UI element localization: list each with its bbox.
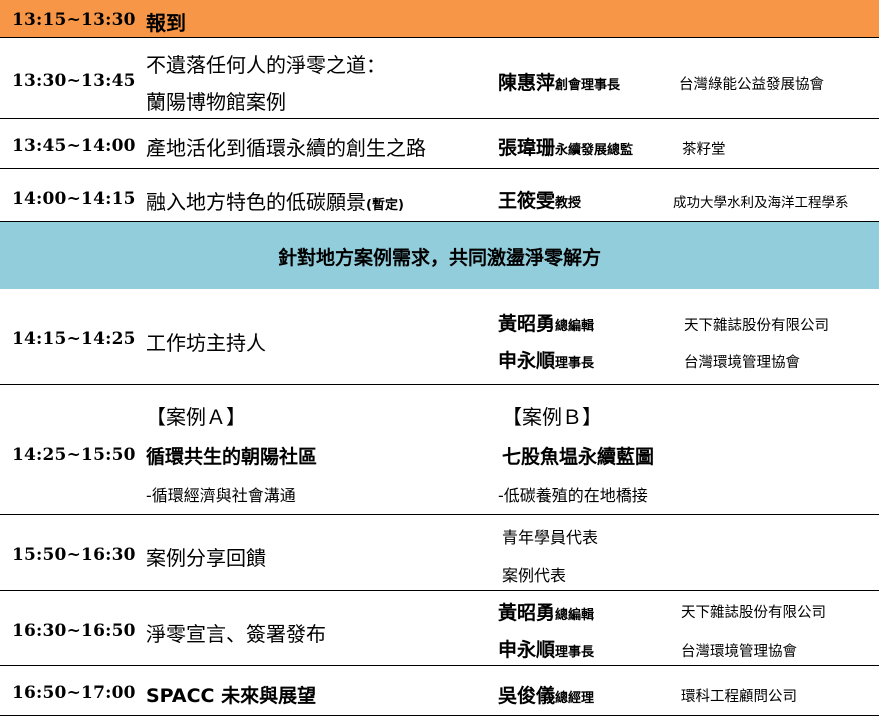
speaker-name: 申永順	[498, 350, 556, 372]
session-title: 工作坊主持人	[146, 331, 266, 355]
time-slot: 14:00~14:15	[12, 189, 136, 209]
speaker-role: 總編輯	[555, 608, 595, 623]
time-slot: 16:50~17:00	[12, 683, 136, 703]
section-title: 針對地方案例需求，共同激盪淨零解方	[277, 247, 601, 269]
session-title-text: 融入地方特色的低碳願景	[146, 190, 366, 214]
case-b-label: 【案例Ｂ】	[502, 405, 602, 429]
time-slot: 16:30~16:50	[12, 621, 136, 641]
speaker-org: 台灣綠能公益發展協會	[679, 77, 824, 93]
agenda-row: 16:50~17:00 SPACC 未來與展望 吳俊儀總經理 環科工程顧問公司	[0, 666, 879, 716]
time-slot: 14:15~14:25	[12, 329, 136, 349]
speaker-role: 教授	[555, 196, 582, 211]
speaker-org: 茶籽堂	[682, 142, 726, 158]
speaker: 王筱雯教授	[498, 186, 581, 213]
speaker-org: 天下雜誌股份有限公司	[681, 605, 826, 621]
agenda-table: 13:15~13:30 報到 13:30~13:45 不遺落任何人的淨零之道： …	[0, 0, 879, 718]
agenda-row: 14:00~14:15 融入地方特色的低碳願景(暫定) 王筱雯教授 成功大學水利…	[0, 169, 879, 221]
speaker: 黃昭勇總編輯	[498, 309, 594, 336]
time-slot: 15:50~16:30	[12, 545, 136, 565]
case-b-subtitle: -低碳養殖的在地橋接	[498, 486, 648, 505]
speaker-org: 台灣環境管理協會	[681, 644, 797, 660]
speaker-role: 創會理事長	[555, 78, 621, 93]
speaker-role: 永續發展總監	[555, 143, 634, 158]
speaker-role: 總經理	[555, 691, 595, 706]
session-title: 案例分享回饋	[146, 546, 266, 570]
speaker: 黃昭勇總編輯	[498, 598, 594, 625]
time-slot: 13:45~14:00	[12, 136, 136, 156]
case-a-title: 循環共生的朝陽社區	[146, 446, 318, 468]
speaker-org: 成功大學水利及海洋工程學系	[673, 195, 849, 211]
section-header: 針對地方案例需求，共同激盪淨零解方	[0, 221, 879, 289]
case-a-subtitle: -循環經濟與社會溝通	[146, 486, 296, 505]
participant-item: 青年學員代表	[502, 528, 599, 547]
case-b-title: 七股魚塭永續藍圖	[502, 446, 655, 468]
agenda-row: 13:30~13:45 不遺落任何人的淨零之道： 蘭陽博物館案例 陳惠萍創會理事…	[0, 38, 879, 119]
speaker: 申永順理事長	[498, 635, 594, 662]
agenda-row-cases: 14:25~15:50 【案例Ａ】 循環共生的朝陽社區 -循環經濟與社會溝通 【…	[0, 385, 879, 515]
agenda-row: 14:15~14:25 工作坊主持人 黃昭勇總編輯 天下雜誌股份有限公司 申永順…	[0, 289, 879, 385]
speaker-name: 申永順	[498, 639, 556, 661]
speaker-name: 黃昭勇	[498, 313, 556, 335]
speaker-org: 環科工程顧問公司	[681, 689, 797, 705]
participant-item: 案例代表	[502, 566, 567, 585]
time-slot: 13:15~13:30	[12, 10, 136, 30]
session-title: SPACC 未來與展望	[146, 685, 317, 707]
agenda-row-checkin: 13:15~13:30 報到	[0, 0, 879, 38]
agenda-row: 15:50~16:30 案例分享回饋 青年學員代表 案例代表	[0, 515, 879, 591]
speaker-role: 總編輯	[555, 319, 595, 334]
speaker-org: 天下雜誌股份有限公司	[684, 318, 829, 334]
session-title-note: (暫定)	[366, 198, 404, 213]
speaker-role: 理事長	[555, 356, 595, 371]
speaker: 張瑋珊永續發展總監	[498, 133, 633, 160]
session-title: 融入地方特色的低碳願景(暫定)	[146, 186, 404, 215]
agenda-row: 13:45~14:00 產地活化到循環永續的創生之路 張瑋珊永續發展總監 茶籽堂	[0, 119, 879, 169]
speaker-name: 吳俊儀	[498, 685, 556, 707]
case-a-label: 【案例Ａ】	[146, 405, 246, 429]
speaker-name: 陳惠萍	[498, 72, 556, 94]
session-title-line1: 不遺落任何人的淨零之道：	[146, 53, 386, 77]
speaker-name: 黃昭勇	[498, 602, 556, 624]
speaker: 申永順理事長	[498, 346, 594, 373]
agenda-row: 16:30~16:50 淨零宣言、簽署發布 黃昭勇總編輯 天下雜誌股份有限公司 …	[0, 591, 879, 666]
time-slot: 13:30~13:45	[12, 71, 136, 91]
speaker: 吳俊儀總經理	[498, 681, 594, 708]
speaker-name: 王筱雯	[498, 190, 556, 212]
speaker-role: 理事長	[555, 645, 595, 660]
speaker-name: 張瑋珊	[498, 137, 556, 159]
session-title: 淨零宣言、簽署發布	[146, 622, 326, 646]
time-slot: 14:25~15:50	[12, 445, 136, 465]
speaker-org: 台灣環境管理協會	[684, 355, 800, 371]
session-title-line2: 蘭陽博物館案例	[146, 90, 286, 114]
speaker: 陳惠萍創會理事長	[498, 68, 620, 95]
session-title: 報到	[146, 11, 186, 35]
session-title: 產地活化到循環永續的創生之路	[146, 136, 426, 160]
